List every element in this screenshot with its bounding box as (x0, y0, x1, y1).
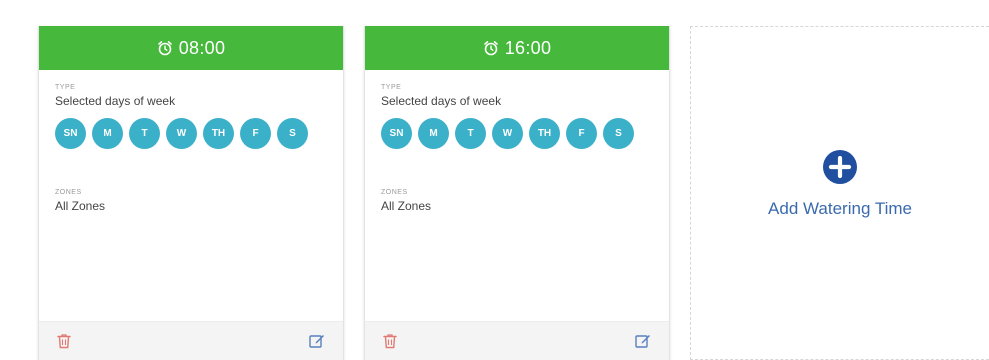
day-friday[interactable]: F (240, 118, 271, 149)
schedule-time: 08:00 (178, 37, 226, 58)
edit-icon[interactable] (309, 333, 325, 349)
day-tuesday[interactable]: T (455, 118, 486, 149)
add-watering-time-label: Add Watering Time (768, 199, 912, 218)
zones-value: All Zones (381, 199, 432, 213)
type-value: Selected days of week (381, 94, 502, 108)
add-watering-time-button[interactable]: Add Watering Time (690, 26, 989, 360)
type-label: TYPE (55, 84, 76, 91)
day-wednesday[interactable]: W (492, 118, 523, 149)
day-sunday[interactable]: SN (55, 118, 86, 149)
day-wednesday[interactable]: W (166, 118, 197, 149)
zones-value: All Zones (55, 199, 106, 213)
day-saturday[interactable]: S (603, 118, 634, 149)
zones-label: ZONES (381, 189, 408, 196)
watering-schedule-grid: 08:00 TYPE Selected days of week SN M T … (0, 0, 989, 360)
card-footer (39, 321, 343, 360)
trash-icon[interactable] (383, 333, 397, 349)
schedule-time: 16:00 (504, 37, 552, 58)
day-selector: SN M T W TH F S (55, 118, 327, 149)
day-thursday[interactable]: TH (529, 118, 560, 149)
alarm-clock-icon (157, 41, 172, 56)
day-friday[interactable]: F (566, 118, 597, 149)
zones-label: ZONES (55, 189, 82, 196)
schedule-card: 08:00 TYPE Selected days of week SN M T … (38, 26, 344, 360)
trash-icon[interactable] (57, 333, 71, 349)
day-sunday[interactable]: SN (381, 118, 412, 149)
schedule-header: 08:00 (39, 26, 343, 70)
day-tuesday[interactable]: T (129, 118, 160, 149)
day-monday[interactable]: M (418, 118, 449, 149)
alarm-clock-icon (483, 41, 498, 56)
plus-circle-icon (823, 150, 857, 184)
day-saturday[interactable]: S (277, 118, 308, 149)
schedule-card: 16:00 TYPE Selected days of week SN M T … (364, 26, 670, 360)
type-value: Selected days of week (55, 94, 176, 108)
day-thursday[interactable]: TH (203, 118, 234, 149)
day-monday[interactable]: M (92, 118, 123, 149)
day-selector: SN M T W TH F S (381, 118, 653, 149)
type-label: TYPE (381, 84, 402, 91)
edit-icon[interactable] (635, 333, 651, 349)
schedule-header: 16:00 (365, 26, 669, 70)
card-footer (365, 321, 669, 360)
